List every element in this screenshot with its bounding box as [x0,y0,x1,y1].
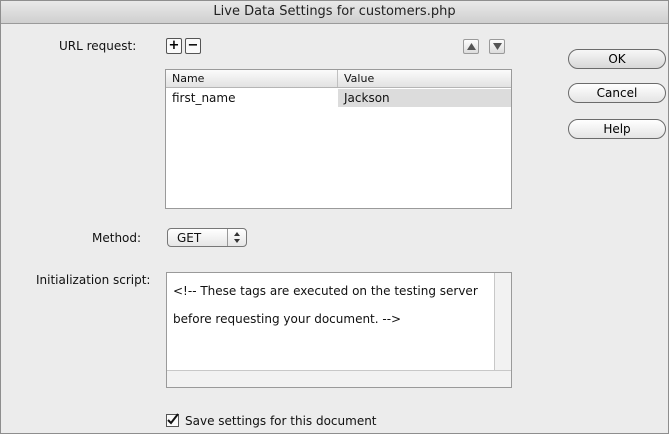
checkmark-icon [167,413,179,425]
table-header: Name Value [166,70,511,88]
param-name-cell[interactable]: first_name [166,89,338,107]
url-parameters-table[interactable]: Name Value first_name Jackson [165,69,512,209]
vertical-scrollbar[interactable] [494,273,511,371]
move-up-button[interactable] [463,39,479,54]
initialization-script-label: Initialization script: [36,273,151,287]
table-row[interactable]: first_name Jackson [166,89,511,107]
save-settings-checkbox[interactable] [166,413,179,427]
script-text: <!-- These tags are executed on the test… [173,277,491,333]
save-settings-label[interactable]: Save settings for this document [185,414,377,428]
remove-parameter-button[interactable]: − [185,38,201,54]
help-button[interactable]: Help [568,119,666,139]
script-line-1: <!-- These tags are executed on the test… [173,284,478,298]
cancel-button[interactable]: Cancel [568,83,666,103]
chevron-updown-icon [227,229,246,246]
column-header-name[interactable]: Name [166,70,338,87]
triangle-down-icon [493,43,502,50]
param-value-cell[interactable]: Jackson [338,89,511,107]
initialization-script-textarea[interactable]: <!-- These tags are executed on the test… [166,272,512,388]
method-select[interactable]: GET [167,228,247,247]
add-parameter-button[interactable]: + [166,38,182,54]
script-line-2: before requesting your document. --> [173,312,402,326]
live-data-settings-dialog: Live Data Settings for customers.php URL… [0,0,669,434]
move-down-button[interactable] [489,39,505,54]
url-request-label: URL request: [59,39,137,53]
horizontal-scrollbar[interactable] [167,370,511,387]
method-label: Method: [92,231,142,245]
column-header-value[interactable]: Value [338,70,511,87]
dialog-title: Live Data Settings for customers.php [1,1,668,24]
method-selected-value: GET [177,231,202,245]
triangle-up-icon [467,43,476,50]
ok-button[interactable]: OK [568,49,666,69]
